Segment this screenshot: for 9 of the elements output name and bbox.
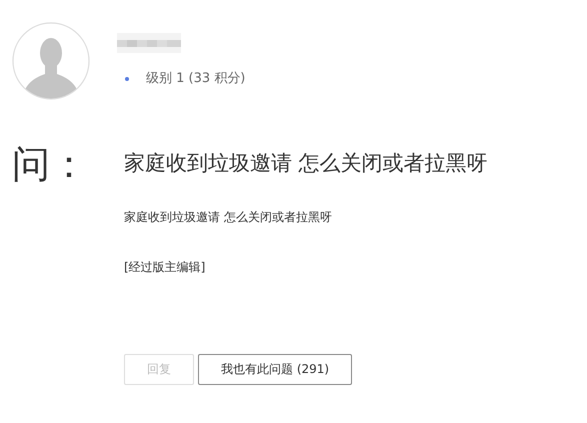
same-question-button[interactable]: 我也有此问题 (291) [198, 354, 352, 384]
blurred-username-drawing [117, 33, 181, 53]
author-level: 级别 1 (33 积分) [146, 70, 246, 88]
question-title: 家庭收到垃圾邀请 怎么关闭或者拉黑呀 [124, 150, 488, 177]
level-bullet-icon [125, 76, 129, 81]
edit-note: [经过版主编辑] [124, 258, 206, 276]
question-label: 问： [12, 141, 89, 188]
avatar-icon [12, 22, 90, 100]
question-body: 家庭收到垃圾邀请 怎么关闭或者拉黑呀 [124, 208, 333, 226]
